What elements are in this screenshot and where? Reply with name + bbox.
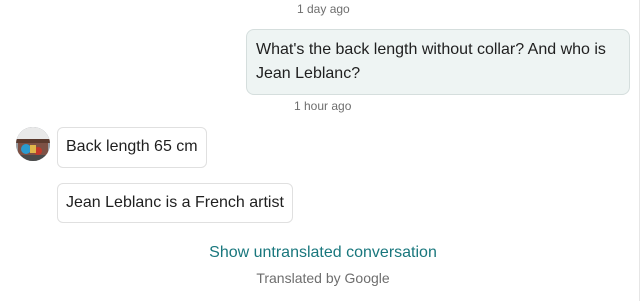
message-timestamp: 1 hour ago [294,99,352,113]
user-avatar-photo-icon [16,127,50,161]
show-untranslated-link[interactable]: Show untranslated conversation [0,244,640,262]
avatar[interactable] [16,127,50,161]
incoming-message-bubble: Jean Leblanc is a French artist [57,183,293,223]
message-timestamp: 1 day ago [297,2,350,16]
conversation-thread: 1 day ago What's the back length without… [0,0,640,301]
incoming-message-bubble: Back length 65 cm [57,127,207,168]
translated-by-note: Translated by Google [256,270,390,286]
outgoing-message-bubble: What's the back length without collar? A… [246,29,630,95]
